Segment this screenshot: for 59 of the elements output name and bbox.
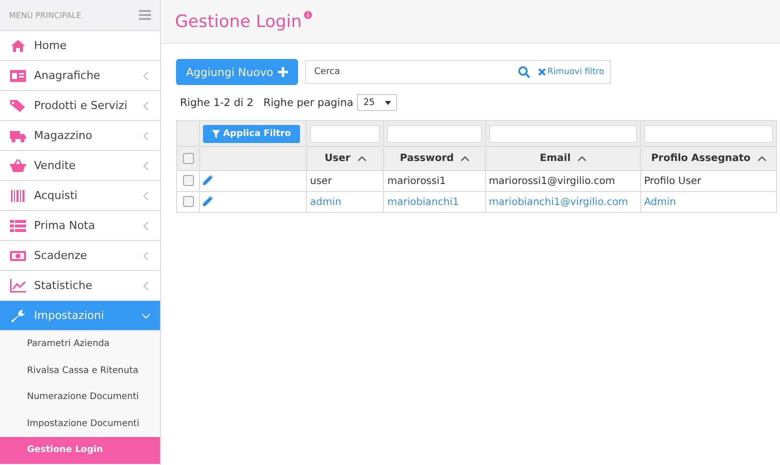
nav-item[interactable]: Anagrafiche <box>0 61 160 91</box>
money-icon <box>10 248 26 262</box>
table-cell: mariorossi1 <box>384 170 486 192</box>
submenu-item[interactable]: Rivalsa Cassa e Ritenuta <box>0 358 160 384</box>
table-cell: Admin <box>640 192 776 212</box>
table-cell: user <box>306 170 384 192</box>
basket-icon <box>10 158 26 172</box>
submenu-item[interactable]: Impostazione Documenti <box>0 410 160 437</box>
sort-icon <box>358 156 366 161</box>
truck-icon <box>10 128 26 142</box>
filter-field[interactable] <box>387 124 482 142</box>
select-all-checkbox[interactable] <box>182 152 194 164</box>
per-page-select[interactable]: 25 <box>357 94 398 111</box>
nav-item[interactable]: Scadenze <box>0 241 160 271</box>
rows-info: Righe 1-2 di 2 <box>180 96 254 108</box>
nav-item[interactable]: Vendite <box>0 151 160 181</box>
nav-item[interactable]: Prima Nota <box>0 211 160 241</box>
table-cell: admin <box>306 192 384 212</box>
home-icon <box>10 38 26 52</box>
column-header[interactable]: Password <box>384 146 486 170</box>
list-icon <box>10 218 26 232</box>
plus-icon <box>278 67 288 77</box>
info-icon[interactable] <box>304 11 312 19</box>
tag-icon <box>10 98 26 112</box>
search-icon[interactable] <box>518 66 530 78</box>
table-cell: mariorossi1@virgilio.com <box>485 170 641 192</box>
submenu-item[interactable]: Numerazione Documenti <box>0 384 160 410</box>
wrench-icon <box>10 308 26 322</box>
chart-icon <box>10 278 26 292</box>
per-page-label: Righe per pagina <box>263 96 354 108</box>
column-header[interactable]: User <box>306 146 384 170</box>
nav-item[interactable]: Prodotti e Servizi <box>0 91 160 121</box>
barcode-icon <box>10 188 26 202</box>
nav-item[interactable]: Home <box>0 31 160 61</box>
column-header[interactable]: Profilo Assegnato <box>640 146 776 170</box>
table-cell: mariobianchi1@virgilio.com <box>485 192 641 212</box>
page-title: Gestione Login <box>175 12 302 32</box>
card-icon <box>10 68 26 82</box>
filter-field[interactable] <box>644 124 773 142</box>
submenu-item[interactable]: Parametri Azienda <box>0 331 160 358</box>
close-icon <box>538 68 546 76</box>
sort-icon <box>578 156 586 161</box>
pencil-icon[interactable] <box>203 174 213 184</box>
column-header[interactable]: Email <box>485 146 641 170</box>
sort-icon <box>461 156 470 161</box>
nav-item[interactable]: Magazzino <box>0 121 160 151</box>
filter-field[interactable] <box>310 124 380 142</box>
filter-icon <box>212 130 220 138</box>
pencil-icon[interactable] <box>203 196 213 206</box>
menu-icon[interactable] <box>139 10 151 20</box>
sort-icon <box>758 156 766 161</box>
menu-title: MENÙ PRINCIPALE <box>9 10 82 20</box>
table-cell: mariobianchi1 <box>384 192 486 212</box>
row-checkbox[interactable] <box>182 196 194 208</box>
table-cell: Profilo User <box>640 170 776 192</box>
dropdown-icon <box>385 100 392 104</box>
row-checkbox[interactable] <box>182 175 194 186</box>
nav-item[interactable]: Acquisti <box>0 181 160 211</box>
filter-field[interactable] <box>488 124 638 142</box>
